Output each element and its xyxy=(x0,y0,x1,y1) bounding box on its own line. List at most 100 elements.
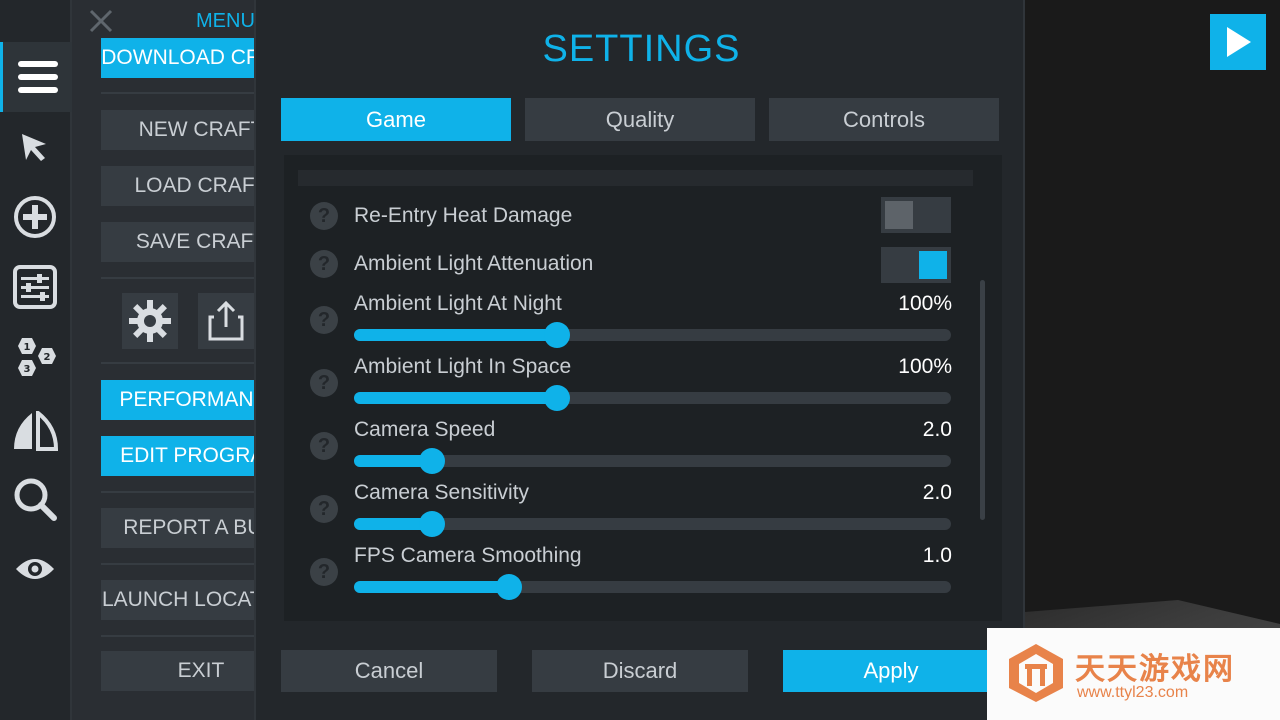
search-button[interactable] xyxy=(0,464,70,534)
reentry-heat-damage-toggle[interactable] xyxy=(881,197,951,233)
slider-thumb[interactable] xyxy=(418,511,445,537)
ambient-light-attenuation-toggle[interactable] xyxy=(881,247,951,283)
setting-label: Camera Sensitivity xyxy=(354,481,530,504)
menu-title: MENU xyxy=(196,10,254,32)
tab-game[interactable]: Game xyxy=(281,98,511,141)
tab-controls[interactable]: Controls xyxy=(769,98,999,141)
exit-button[interactable]: EXIT xyxy=(101,651,254,691)
performance-button[interactable]: PERFORMANCE xyxy=(101,380,254,420)
settings-list[interactable]: ? Re-Entry Heat Damage ? Ambient Light A… xyxy=(284,155,1002,621)
setting-row-camera-sensitivity: ? Camera Sensitivity 2.0 xyxy=(284,480,1002,540)
apply-label: Apply xyxy=(863,658,919,683)
help-icon[interactable]: ? xyxy=(310,306,338,334)
setting-label: Ambient Light In Space xyxy=(354,355,572,378)
toggle-knob xyxy=(919,251,947,279)
menu-divider xyxy=(101,92,254,94)
help-icon[interactable]: ? xyxy=(310,558,338,586)
slider-thumb[interactable] xyxy=(496,574,523,600)
svg-text:1: 1 xyxy=(24,342,31,353)
launch-location-button[interactable]: LAUNCH LOCATION xyxy=(101,580,254,620)
menu-divider xyxy=(101,491,254,493)
share-button[interactable] xyxy=(198,293,254,349)
download-craft-button[interactable]: DOWNLOAD CRAFT xyxy=(101,38,254,78)
setting-row-ambient-light-night: ? Ambient Light At Night 100% xyxy=(284,291,1002,351)
settings-button[interactable] xyxy=(122,293,178,349)
staging-icon: 1 2 3 xyxy=(18,338,56,376)
menu-divider xyxy=(101,563,254,565)
slider-fill xyxy=(354,329,557,341)
setting-row-camera-speed: ? Camera Speed 2.0 xyxy=(284,417,1002,477)
staging-button[interactable]: 1 2 3 xyxy=(0,322,70,392)
load-craft-button[interactable]: LOAD CRAFT xyxy=(101,166,254,206)
play-button[interactable] xyxy=(1210,14,1266,70)
main-menu-panel: MENU DOWNLOAD CRAFT NEW CRAFT LOAD CRAFT… xyxy=(72,0,254,720)
camera-speed-slider[interactable] xyxy=(354,448,951,474)
share-icon xyxy=(208,300,244,341)
setting-label: Ambient Light At Night xyxy=(354,292,562,315)
eye-icon xyxy=(16,559,54,579)
new-craft-button[interactable]: NEW CRAFT xyxy=(101,110,254,150)
view-button[interactable] xyxy=(0,534,70,604)
setting-value: 2.0 xyxy=(922,481,952,504)
edit-program-label: EDIT PROGRAM xyxy=(120,444,254,467)
toggle-knob xyxy=(885,201,913,229)
save-craft-button[interactable]: SAVE CRAFT xyxy=(101,222,254,262)
ambient-light-space-slider[interactable] xyxy=(354,385,951,411)
help-icon[interactable]: ? xyxy=(310,495,338,523)
cursor-icon xyxy=(22,134,46,161)
ambient-light-night-slider[interactable] xyxy=(354,322,951,348)
watermark-url: www.ttyl23.com xyxy=(1077,684,1189,701)
cancel-label: Cancel xyxy=(354,658,424,683)
tab-controls-label: Controls xyxy=(843,106,925,132)
slider-thumb[interactable] xyxy=(418,448,445,474)
camera-sensitivity-slider[interactable] xyxy=(354,511,951,537)
settings-dialog: SETTINGS Game Quality Controls ? Re-Entr… xyxy=(254,0,1025,720)
help-icon[interactable]: ? xyxy=(310,369,338,397)
setting-value: 1.0 xyxy=(922,544,952,567)
symmetry-icon xyxy=(14,411,58,451)
select-tool-button[interactable] xyxy=(0,112,70,182)
slider-fill xyxy=(354,392,557,404)
settings-title: SETTINGS xyxy=(542,28,741,70)
setting-label: Ambient Light Attenuation xyxy=(354,252,594,275)
add-part-button[interactable] xyxy=(0,182,70,252)
cancel-button[interactable]: Cancel xyxy=(281,650,497,692)
help-icon[interactable]: ? xyxy=(310,202,338,230)
load-craft-label: LOAD CRAFT xyxy=(134,174,254,197)
fps-camera-smoothing-slider[interactable] xyxy=(354,574,951,600)
setting-label: Camera Speed xyxy=(354,418,496,441)
watermark: 天天游戏网 www.ttyl23.com xyxy=(987,628,1280,720)
menu-divider xyxy=(101,635,254,637)
report-bug-label: REPORT A BUG xyxy=(123,516,254,539)
setting-label: Re-Entry Heat Damage xyxy=(354,204,573,227)
tab-quality[interactable]: Quality xyxy=(525,98,755,141)
slider-thumb[interactable] xyxy=(543,385,570,411)
menu-divider xyxy=(101,362,254,364)
discard-button[interactable]: Discard xyxy=(532,650,748,692)
setting-row-ambient-light-space: ? Ambient Light In Space 100% xyxy=(284,354,1002,414)
discard-label: Discard xyxy=(602,658,678,683)
list-header-bar xyxy=(298,170,973,186)
exit-label: EXIT xyxy=(177,659,225,682)
apply-button[interactable]: Apply xyxy=(783,650,999,692)
symmetry-button[interactable] xyxy=(0,396,70,466)
close-menu-button[interactable] xyxy=(86,6,116,36)
edit-program-button[interactable]: EDIT PROGRAM xyxy=(101,436,254,476)
gear-icon xyxy=(129,300,171,342)
part-properties-button[interactable] xyxy=(0,252,70,322)
svg-text:2: 2 xyxy=(44,352,51,363)
slider-thumb[interactable] xyxy=(543,322,570,348)
help-icon[interactable]: ? xyxy=(310,250,338,278)
report-bug-button[interactable]: REPORT A BUG xyxy=(101,508,254,548)
save-craft-label: SAVE CRAFT xyxy=(135,230,254,253)
sliders-icon xyxy=(13,265,57,309)
add-part-icon xyxy=(14,196,56,238)
setting-value: 2.0 xyxy=(922,418,952,441)
play-icon xyxy=(1227,27,1251,57)
help-icon[interactable]: ? xyxy=(310,432,338,460)
watermark-name: 天天游戏网 xyxy=(1075,653,1235,686)
download-craft-label: DOWNLOAD CRAFT xyxy=(101,46,254,69)
tab-quality-label: Quality xyxy=(605,106,675,132)
menu-button[interactable] xyxy=(0,42,73,112)
search-icon xyxy=(14,478,57,521)
